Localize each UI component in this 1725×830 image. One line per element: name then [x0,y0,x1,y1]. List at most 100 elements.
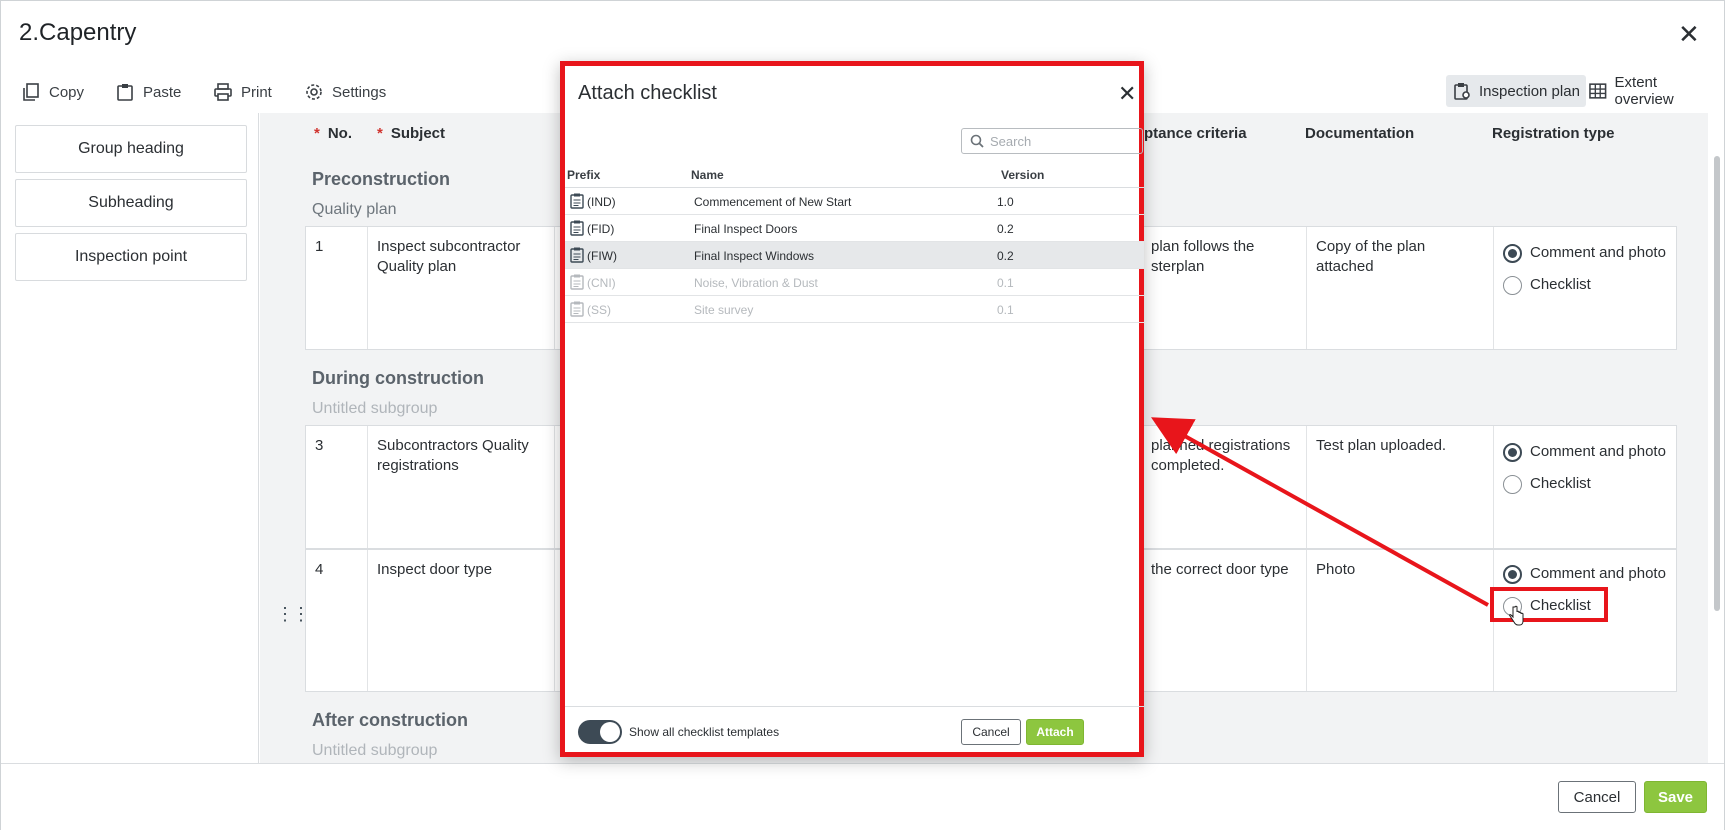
palette-inspection-point[interactable]: Inspection point [15,233,247,281]
row-documentation[interactable]: Test plan uploaded. [1307,426,1494,548]
element-palette: Group heading Subheading Inspection poin… [1,113,259,763]
clipboard-search-icon [1454,83,1470,100]
show-all-templates-toggle[interactable] [578,720,622,744]
row-subject[interactable]: Inspect subcontractor Quality plan [368,227,555,349]
checklist-name: Final Inspect Windows [694,249,815,263]
copy-icon [23,83,39,101]
save-button[interactable]: Save [1644,781,1707,813]
radio-checklist[interactable]: Checklist [1503,596,1669,616]
radio-comment-photo[interactable]: Comment and photo [1503,243,1669,263]
paste-button[interactable]: Paste [115,77,181,107]
palette-subheading[interactable]: Subheading [15,179,247,227]
row-number: 4 [306,550,368,691]
vertical-scrollbar[interactable] [1714,156,1720,611]
checklist-version: 0.1 [997,276,1014,290]
clipboard-icon [570,220,584,236]
inspection-plan-button[interactable]: Inspection plan [1446,75,1586,107]
checklist-version: 0.2 [997,249,1014,263]
radio-icon [1503,564,1522,584]
checklist-prefix: (SS) [587,303,611,317]
print-label: Print [241,83,272,101]
checklist-row: (SS) Site survey 0.1 [565,296,1144,323]
row-number: 1 [306,227,368,349]
radio-icon [1503,442,1522,462]
clipboard-icon [570,247,584,263]
radio-checklist[interactable]: Checklist [1503,275,1669,295]
subgroup-heading[interactable]: Untitled subgroup [312,400,437,418]
copy-button[interactable]: Copy [21,77,84,107]
column-header-registration-type: Registration type [1492,125,1615,142]
attach-button[interactable]: Attach [1026,719,1084,745]
checklist-prefix: (IND) [587,195,616,209]
clipboard-icon [570,274,584,290]
row-documentation[interactable]: Copy of the plan attached [1307,227,1494,349]
attach-checklist-modal: Attach checklist ✕ Prefix Name Version (… [560,61,1144,757]
checklist-version: 1.0 [997,195,1014,209]
checklist-row: (CNI) Noise, Vibration & Dust 0.1 [565,269,1144,296]
radio-icon [1503,243,1522,263]
group-heading[interactable]: Preconstruction [312,169,450,190]
row-subject[interactable]: Inspect door type [368,550,555,691]
column-header-documentation: Documentation [1305,125,1415,142]
row-criteria[interactable]: the correct door type [1142,550,1307,691]
required-asterisk: * [314,125,320,142]
checklist-prefix: (CNI) [587,276,616,290]
cancel-button[interactable]: Cancel [1558,781,1636,813]
clipboard-icon [117,84,133,101]
settings-label: Settings [332,83,387,101]
column-header-subject: * Subject [377,125,446,142]
search-box[interactable] [961,128,1143,154]
search-input[interactable] [990,133,1130,149]
group-heading[interactable]: After construction [312,710,468,731]
row-number: 3 [306,426,368,548]
close-icon[interactable]: ✕ [1118,81,1136,107]
dialog-footer: Cancel Save [1,763,1724,830]
group-heading[interactable]: During construction [312,368,484,389]
subgroup-heading[interactable]: Quality plan [312,201,397,219]
checklist-row[interactable]: (FIW) Final Inspect Windows 0.2 [565,242,1144,269]
clipboard-icon [570,193,584,209]
radio-icon [1503,474,1522,494]
checklist-row[interactable]: (FID) Final Inspect Doors 0.2 [565,215,1144,242]
inspection-plan-label: Inspection plan [1479,82,1580,100]
row-registration-type: Comment and photo Checklist [1494,426,1678,548]
palette-group-heading[interactable]: Group heading [15,125,247,173]
toggle-label: Show all checklist templates [629,725,780,739]
printer-icon [214,83,232,101]
required-asterisk: * [377,125,383,142]
checklist-version: 0.2 [997,222,1014,236]
clipboard-icon [570,301,584,317]
column-header-acceptance-criteria: ptance criteria [1144,125,1247,142]
radio-checklist[interactable]: Checklist [1503,474,1669,494]
checklist-prefix: (FIW) [587,249,617,263]
grid-icon [1589,83,1607,99]
checklist-name: Final Inspect Doors [694,222,798,236]
checklist-name: Noise, Vibration & Dust [694,276,818,290]
radio-comment-photo[interactable]: Comment and photo [1503,442,1669,462]
column-header-name: Name [691,168,724,182]
column-header-version: Version [1001,168,1045,182]
checklist-name: Site survey [694,303,754,317]
settings-button[interactable]: Settings [304,77,386,107]
radio-icon [1503,275,1522,295]
checklist-version: 0.1 [997,303,1014,317]
row-subject[interactable]: Subcontractors Quality registrations [368,426,555,548]
modal-footer: Show all checklist templates Cancel Atta… [565,706,1144,757]
radio-comment-photo[interactable]: Comment and photo [1503,564,1669,584]
gear-icon [306,84,322,100]
drag-handle-icon[interactable]: ⋮⋮ [276,605,310,623]
row-criteria[interactable]: planned registrations completed. [1142,426,1307,548]
row-documentation[interactable]: Photo [1307,550,1494,691]
copy-label: Copy [49,83,85,101]
close-icon[interactable]: ✕ [1678,19,1700,50]
checklist-row[interactable]: (IND) Commencement of New Start 1.0 [565,188,1144,215]
subgroup-heading[interactable]: Untitled subgroup [312,742,437,760]
checklist-name: Commencement of New Start [694,195,852,209]
print-button[interactable]: Print [213,77,272,107]
extent-overview-button[interactable]: Extent overview [1582,74,1724,108]
modal-cancel-button[interactable]: Cancel [961,719,1021,745]
column-header-prefix: Prefix [567,168,601,182]
search-icon [970,134,984,148]
modal-title: Attach checklist [578,82,717,104]
row-criteria[interactable]: plan follows the sterplan [1142,227,1307,349]
